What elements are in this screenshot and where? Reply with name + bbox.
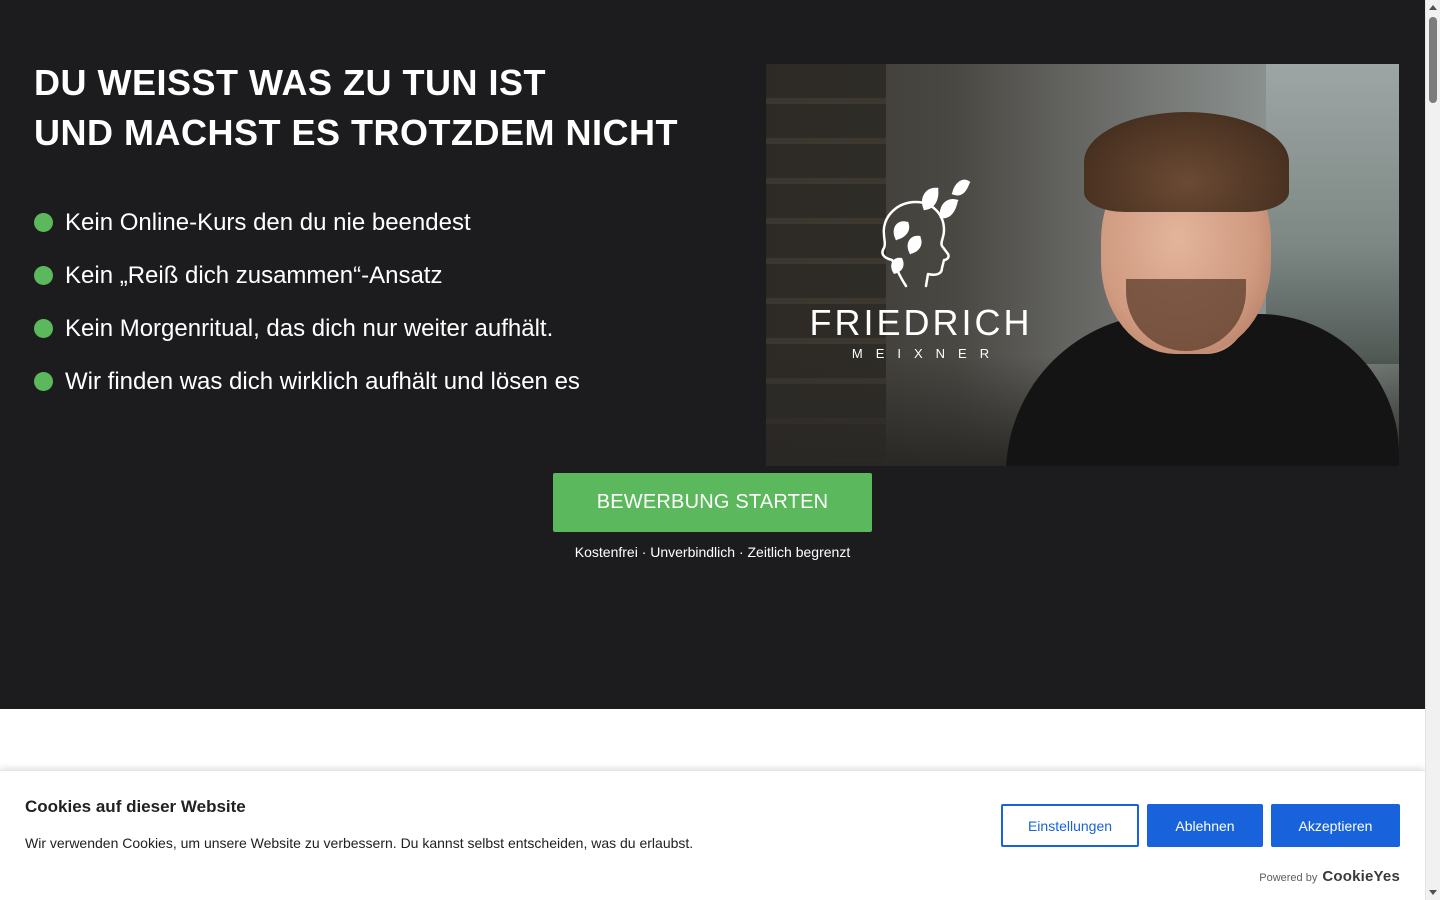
cookie-description: Wir verwenden Cookies, um unsere Website… (25, 835, 694, 851)
green-dot-icon (34, 213, 53, 232)
headline-line-1: DU WEISST WAS ZU TUN IST (34, 62, 546, 103)
brand-name: FRIEDRICH (809, 302, 1033, 343)
green-dot-icon (34, 319, 53, 338)
green-dot-icon (34, 266, 53, 285)
cookie-settings-button[interactable]: Einstellungen (1001, 804, 1139, 847)
benefit-list: Kein Online-Kurs den du nie beendest Kei… (34, 196, 580, 408)
hero-photo: FRIEDRICH MEIXNER (766, 64, 1399, 466)
benefit-text: Kein Online-Kurs den du nie beendest (65, 208, 471, 236)
benefit-text: Kein „Reiß dich zusammen“-Ansatz (65, 261, 443, 289)
cookie-accept-button[interactable]: Akzeptieren (1271, 804, 1400, 847)
benefit-text: Wir finden was dich wirklich aufhält und… (65, 367, 580, 395)
hero-headline: DU WEISST WAS ZU TUN IST UND MACHST ES T… (34, 58, 678, 158)
cookie-title: Cookies auf dieser Website (25, 797, 246, 816)
hero-section: DU WEISST WAS ZU TUN IST UND MACHST ES T… (0, 0, 1425, 709)
scroll-down-icon[interactable] (1429, 890, 1437, 895)
powered-by-label: Powered by (1259, 872, 1318, 884)
person-hair (1084, 112, 1289, 212)
brand-logo: FRIEDRICH MEIXNER (796, 174, 1046, 384)
page-scrollbar[interactable] (1425, 0, 1440, 900)
head-with-leaves-icon (881, 179, 971, 288)
brand-subname: MEIXNER (851, 346, 1003, 361)
cookie-reject-button[interactable]: Ablehnen (1147, 804, 1263, 847)
scroll-up-icon[interactable] (1429, 5, 1437, 10)
cta-note: Kostenfrei · Unverbindlich · Zeitlich be… (574, 544, 851, 560)
page: DU WEISST WAS ZU TUN IST UND MACHST ES T… (0, 0, 1425, 900)
benefit-text: Kein Morgenritual, das dich nur weiter a… (65, 314, 554, 342)
cookie-banner: Cookies auf dieser Website Wir verwenden… (0, 770, 1425, 900)
apply-button[interactable]: BEWERBUNG STARTEN (553, 473, 872, 532)
cookieyes-logo[interactable]: CookieYes (1322, 868, 1400, 885)
benefit-item: Kein Online-Kurs den du nie beendest (34, 196, 580, 249)
benefit-item: Kein „Reiß dich zusammen“-Ansatz (34, 249, 580, 302)
green-dot-icon (34, 372, 53, 391)
powered-by: Powered by CookieYes (1259, 868, 1400, 885)
benefit-item: Kein Morgenritual, das dich nur weiter a… (34, 302, 580, 355)
headline-line-2: UND MACHST ES TROTZDEM NICHT (34, 112, 678, 153)
scroll-thumb[interactable] (1429, 17, 1437, 103)
benefit-item: Wir finden was dich wirklich aufhält und… (34, 355, 580, 408)
